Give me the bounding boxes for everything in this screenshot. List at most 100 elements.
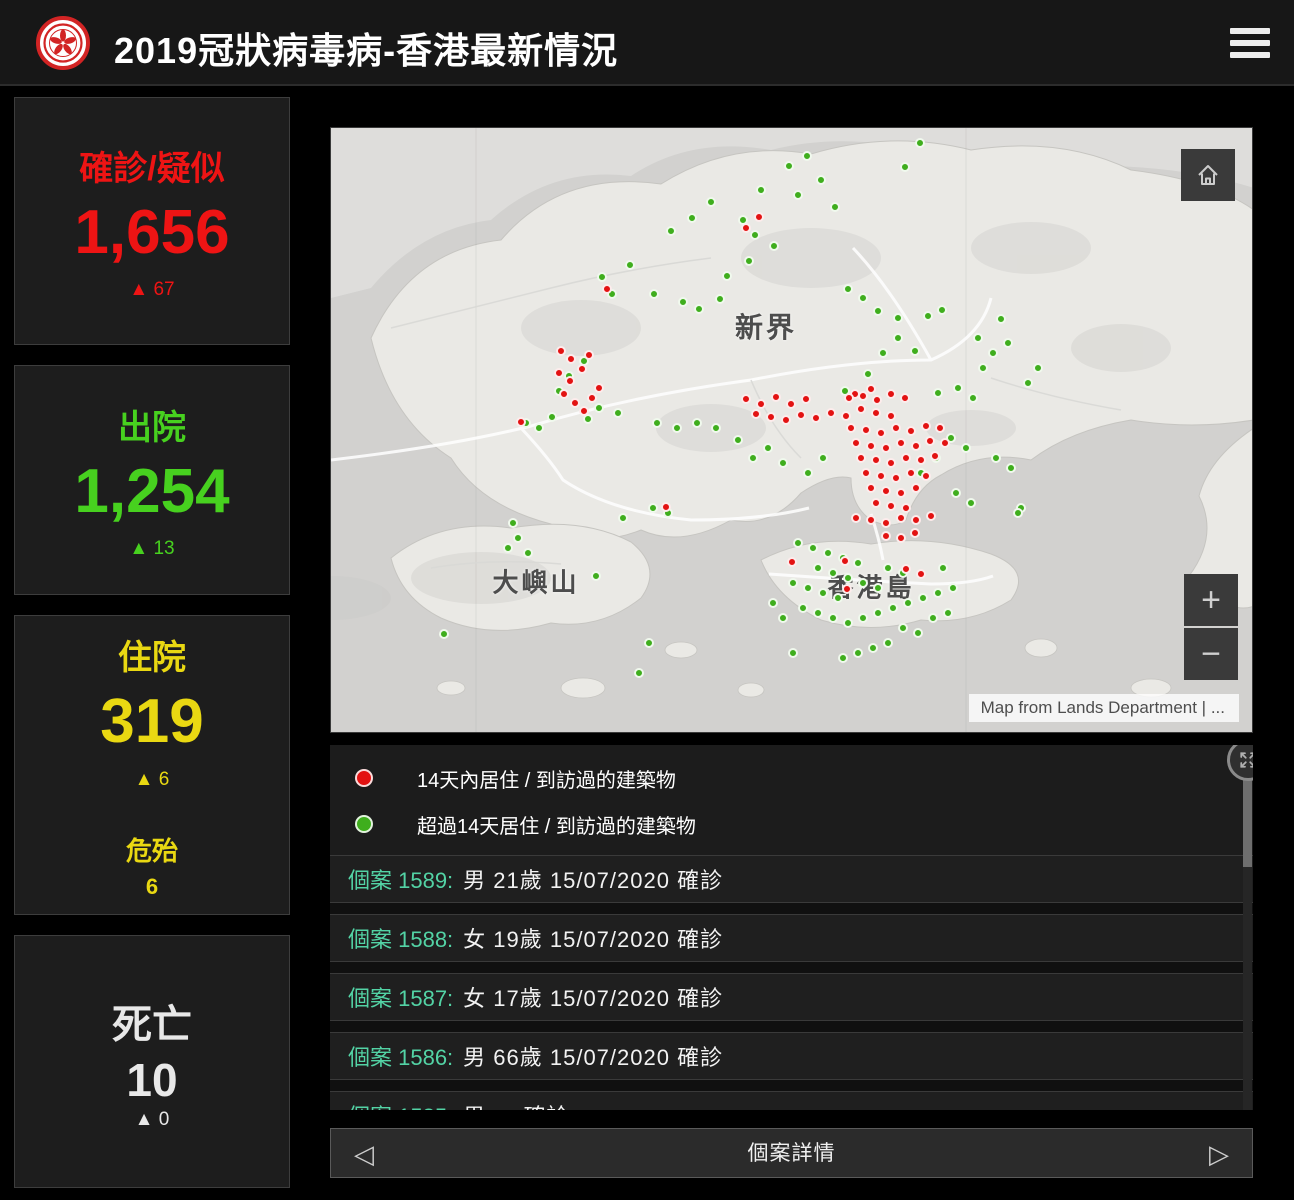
case-building-dot-green[interactable]	[666, 226, 676, 236]
case-building-dot-red[interactable]	[866, 441, 876, 451]
case-building-dot-red[interactable]	[787, 557, 797, 567]
case-building-dot-green[interactable]	[649, 289, 659, 299]
case-building-dot-green[interactable]	[652, 418, 662, 428]
case-building-dot-red[interactable]	[926, 511, 936, 521]
case-building-dot-green[interactable]	[1003, 338, 1013, 348]
case-building-dot-red[interactable]	[851, 513, 861, 523]
case-building-dot-red[interactable]	[866, 515, 876, 525]
case-building-dot-green[interactable]	[625, 260, 635, 270]
case-building-dot-red[interactable]	[741, 394, 751, 404]
case-building-dot-green[interactable]	[893, 313, 903, 323]
case-building-dot-red[interactable]	[858, 391, 868, 401]
case-building-dot-red[interactable]	[940, 438, 950, 448]
case-building-dot-red[interactable]	[871, 408, 881, 418]
case-building-dot-green[interactable]	[858, 613, 868, 623]
case-building-dot-red[interactable]	[754, 212, 764, 222]
case-building-dot-red[interactable]	[861, 468, 871, 478]
case-row[interactable]: 個案 1589:男 21歲 15/07/2020 確診	[330, 855, 1253, 903]
case-building-dot-green[interactable]	[744, 256, 754, 266]
case-building-dot-green[interactable]	[873, 306, 883, 316]
case-building-dot-green[interactable]	[830, 202, 840, 212]
case-building-dot-green[interactable]	[893, 333, 903, 343]
case-building-dot-green[interactable]	[883, 563, 893, 573]
case-building-dot-red[interactable]	[881, 443, 891, 453]
case-building-dot-red[interactable]	[570, 398, 580, 408]
case-building-dot-green[interactable]	[788, 578, 798, 588]
case-building-dot-red[interactable]	[771, 392, 781, 402]
case-building-dot-green[interactable]	[913, 628, 923, 638]
case-building-dot-green[interactable]	[898, 623, 908, 633]
case-building-dot-green[interactable]	[756, 185, 766, 195]
case-building-dot-red[interactable]	[584, 350, 594, 360]
case-building-dot-red[interactable]	[925, 436, 935, 446]
case-building-dot-green[interactable]	[694, 304, 704, 314]
case-building-dot-green[interactable]	[973, 333, 983, 343]
case-building-dot-red[interactable]	[886, 458, 896, 468]
case-building-dot-red[interactable]	[751, 409, 761, 419]
case-building-dot-red[interactable]	[921, 471, 931, 481]
map-zoom-out-button[interactable]: −	[1184, 628, 1238, 680]
case-building-dot-green[interactable]	[503, 543, 513, 553]
case-building-dot-green[interactable]	[883, 638, 893, 648]
case-row[interactable]: 個案 1588:女 19歲 15/07/2020 確診	[330, 914, 1253, 962]
case-building-dot-green[interactable]	[853, 648, 863, 658]
case-building-dot-green[interactable]	[903, 598, 913, 608]
case-building-dot-green[interactable]	[644, 638, 654, 648]
case-building-dot-green[interactable]	[948, 583, 958, 593]
case-building-dot-green[interactable]	[988, 348, 998, 358]
case-building-dot-green[interactable]	[915, 138, 925, 148]
case-building-dot-red[interactable]	[766, 412, 776, 422]
map-home-button[interactable]	[1181, 149, 1235, 201]
case-building-dot-red[interactable]	[896, 533, 906, 543]
case-building-dot-red[interactable]	[896, 438, 906, 448]
case-building-dot-green[interactable]	[508, 518, 518, 528]
case-building-dot-green[interactable]	[923, 311, 933, 321]
case-building-dot-green[interactable]	[733, 435, 743, 445]
case-building-dot-red[interactable]	[930, 451, 940, 461]
case-building-dot-green[interactable]	[966, 498, 976, 508]
case-building-dot-green[interactable]	[853, 558, 863, 568]
case-building-dot-red[interactable]	[866, 483, 876, 493]
case-building-dot-red[interactable]	[594, 383, 604, 393]
case-building-dot-green[interactable]	[951, 488, 961, 498]
case-locations-map[interactable]: + − Map from Lands Department | ... 新界大嶼…	[330, 127, 1253, 733]
case-building-dot-green[interactable]	[808, 543, 818, 553]
case-building-dot-green[interactable]	[953, 383, 963, 393]
case-building-dot-green[interactable]	[873, 608, 883, 618]
case-row[interactable]: 個案 1587:女 17歲 15/07/2020 確診	[330, 973, 1253, 1021]
panel-scrollbar[interactable]	[1243, 745, 1252, 1110]
case-building-dot-green[interactable]	[1033, 363, 1043, 373]
case-building-dot-green[interactable]	[918, 593, 928, 603]
case-building-dot-green[interactable]	[715, 294, 725, 304]
case-building-dot-red[interactable]	[826, 408, 836, 418]
case-building-dot-green[interactable]	[597, 272, 607, 282]
map-zoom-in-button[interactable]: +	[1184, 574, 1238, 626]
case-building-dot-green[interactable]	[798, 603, 808, 613]
case-building-dot-green[interactable]	[768, 598, 778, 608]
case-building-dot-red[interactable]	[911, 441, 921, 451]
case-building-dot-green[interactable]	[858, 293, 868, 303]
case-building-dot-green[interactable]	[793, 538, 803, 548]
case-building-dot-red[interactable]	[559, 389, 569, 399]
case-building-dot-red[interactable]	[896, 488, 906, 498]
case-building-dot-green[interactable]	[594, 403, 604, 413]
case-building-dot-red[interactable]	[579, 406, 589, 416]
case-building-dot-green[interactable]	[818, 588, 828, 598]
case-building-dot-green[interactable]	[722, 271, 732, 281]
case-building-dot-green[interactable]	[978, 363, 988, 373]
case-building-dot-red[interactable]	[901, 503, 911, 513]
case-building-dot-green[interactable]	[750, 230, 760, 240]
hamburger-menu-icon[interactable]	[1230, 28, 1270, 58]
case-building-dot-red[interactable]	[916, 455, 926, 465]
case-building-dot-green[interactable]	[672, 423, 682, 433]
case-building-dot-green[interactable]	[858, 578, 868, 588]
case-building-dot-green[interactable]	[991, 453, 1001, 463]
case-building-dot-green[interactable]	[818, 453, 828, 463]
case-building-dot-red[interactable]	[916, 569, 926, 579]
case-building-dot-red[interactable]	[842, 584, 852, 594]
case-building-dot-green[interactable]	[828, 613, 838, 623]
case-building-dot-green[interactable]	[687, 213, 697, 223]
case-building-dot-red[interactable]	[896, 513, 906, 523]
case-building-dot-green[interactable]	[843, 284, 853, 294]
case-building-dot-red[interactable]	[901, 564, 911, 574]
